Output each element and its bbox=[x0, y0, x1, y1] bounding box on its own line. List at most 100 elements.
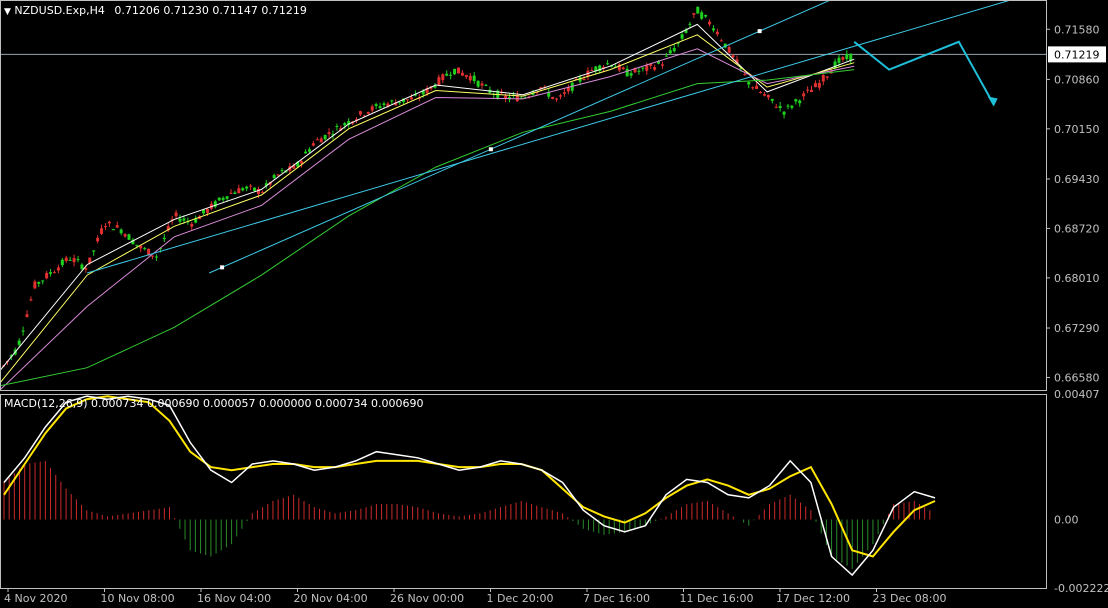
candle-body bbox=[743, 74, 747, 76]
candle-body bbox=[323, 134, 327, 140]
candle-body bbox=[162, 237, 166, 240]
candle-body bbox=[766, 94, 770, 98]
candle-body bbox=[103, 226, 107, 228]
candle-body bbox=[76, 259, 80, 261]
candle-body bbox=[64, 257, 68, 261]
candle-body bbox=[307, 149, 311, 152]
candle-body bbox=[151, 255, 155, 257]
candle-body bbox=[205, 209, 209, 213]
x-tick-label: 1 Dec 20:00 bbox=[487, 592, 554, 605]
candle-body bbox=[272, 175, 276, 178]
candle-body bbox=[825, 76, 829, 78]
candle-body bbox=[406, 99, 410, 101]
candle-body bbox=[770, 98, 774, 101]
macd-pane-border bbox=[0, 394, 1047, 589]
candle-body bbox=[810, 89, 814, 93]
candle-body bbox=[237, 188, 241, 194]
candle-body bbox=[390, 100, 394, 102]
candle-body bbox=[80, 264, 84, 269]
candle-body bbox=[700, 12, 704, 19]
trendline-2 bbox=[87, 0, 1013, 274]
candle-body bbox=[52, 272, 56, 274]
candle-body bbox=[68, 259, 72, 261]
candle-body bbox=[72, 258, 76, 263]
ma-line-3 bbox=[0, 48, 855, 391]
candle-body bbox=[143, 248, 147, 250]
candle-body bbox=[680, 34, 684, 39]
x-tick-label: 26 Nov 00:00 bbox=[390, 592, 464, 605]
candle-body bbox=[221, 197, 225, 200]
candle-body bbox=[460, 72, 464, 76]
dropdown-arrow-icon[interactable]: ▼ bbox=[4, 7, 11, 17]
candle-body bbox=[464, 75, 468, 77]
candle-body bbox=[664, 55, 668, 57]
candle-body bbox=[468, 75, 472, 81]
candle-body bbox=[806, 89, 810, 91]
candle-body bbox=[241, 188, 245, 191]
candle-body bbox=[233, 192, 237, 195]
candle-body bbox=[841, 57, 845, 60]
candle-body bbox=[437, 77, 441, 86]
candle-body bbox=[555, 98, 559, 100]
candle-body bbox=[123, 234, 127, 237]
candle-body bbox=[790, 105, 794, 108]
current-price-label: 0.71219 bbox=[1054, 48, 1100, 61]
chart-canvas: 0.71580 0.70860 0.70150 0.69430 0.68720 0.680… bbox=[0, 0, 1108, 605]
candle-body bbox=[704, 14, 708, 17]
candle-body bbox=[755, 85, 759, 90]
candle-body bbox=[41, 280, 45, 282]
y-tick-label: 0.66580 bbox=[1054, 371, 1100, 384]
candle-body bbox=[762, 94, 766, 96]
y-tick-label: 0.70150 bbox=[1054, 123, 1100, 136]
candle-body bbox=[692, 13, 696, 15]
symbol-label: NZDUSD.Exp,H4 bbox=[14, 4, 105, 17]
candle-body bbox=[582, 79, 586, 81]
ohlc-values: 0.71206 0.71230 0.71147 0.71219 bbox=[114, 4, 307, 17]
candle-body bbox=[33, 281, 37, 289]
candle-body bbox=[472, 75, 476, 82]
candle-body bbox=[606, 63, 610, 65]
candle-body bbox=[139, 245, 143, 249]
candle-body bbox=[253, 187, 257, 191]
candle-body bbox=[445, 73, 449, 76]
candle-body bbox=[778, 105, 782, 109]
forecast-path bbox=[853, 40, 995, 105]
candle-body bbox=[92, 250, 96, 252]
candle-body bbox=[476, 80, 480, 87]
candle-body bbox=[25, 314, 29, 317]
candle-body bbox=[441, 74, 445, 81]
candle-body bbox=[813, 83, 817, 88]
ma-line-1 bbox=[0, 23, 855, 371]
macd-plot bbox=[3, 395, 936, 577]
candle-body bbox=[225, 196, 229, 199]
x-tick-label: 4 Nov 2020 bbox=[4, 592, 67, 605]
candle-body bbox=[759, 91, 763, 93]
candle-body bbox=[190, 223, 194, 227]
candle-body bbox=[774, 106, 778, 108]
candle-body bbox=[551, 96, 555, 99]
candle-body bbox=[456, 67, 460, 74]
candle-body bbox=[731, 55, 735, 58]
candle-body bbox=[641, 67, 645, 69]
macd-signal-line bbox=[3, 395, 936, 558]
candle-body bbox=[174, 212, 178, 217]
candle-body bbox=[621, 67, 625, 70]
y-tick-label: 0.71580 bbox=[1054, 23, 1100, 36]
candle-body bbox=[637, 70, 641, 72]
candle-body bbox=[727, 46, 731, 53]
candle-body bbox=[319, 138, 323, 143]
candle-body bbox=[84, 268, 88, 270]
trendline-anchor bbox=[488, 147, 493, 152]
candle-body bbox=[111, 229, 115, 231]
candle-body bbox=[672, 48, 676, 52]
candle-body bbox=[449, 74, 453, 76]
candle-body bbox=[107, 221, 111, 224]
candle-body bbox=[60, 259, 64, 266]
ma-line-4 bbox=[0, 69, 855, 387]
candle-body bbox=[21, 330, 25, 332]
candle-body bbox=[660, 64, 664, 66]
forecast-arrow-head bbox=[987, 96, 998, 107]
candle-body bbox=[837, 57, 841, 63]
candle-body bbox=[625, 68, 629, 77]
price-plot bbox=[0, 0, 1046, 391]
